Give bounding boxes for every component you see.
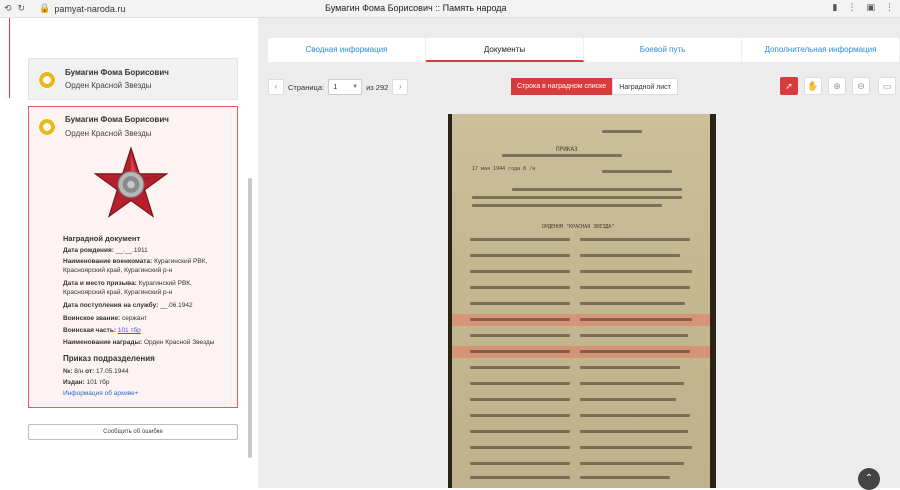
medal-icon bbox=[38, 71, 56, 89]
address-bar[interactable]: 🔒 pamyat-naroda.ru bbox=[39, 3, 125, 14]
archive-info-link[interactable]: Информация об архиве+ bbox=[63, 390, 139, 397]
history-icon[interactable]: ⟲ bbox=[4, 3, 12, 14]
next-page-button[interactable]: › bbox=[392, 79, 409, 95]
award-doc-heading: Наградной документ bbox=[63, 234, 141, 243]
doc-date-line: 17 мая 1944 года 8 /н bbox=[472, 166, 536, 172]
tab-additional-info[interactable]: Дополнительная информация bbox=[742, 38, 900, 62]
medal-icon bbox=[38, 118, 56, 136]
scroll-to-top-button[interactable]: ⌃ bbox=[858, 468, 880, 490]
field-draft: Дата и место призыва: Курагинский РВК, К… bbox=[63, 280, 192, 296]
report-error-button[interactable]: Сообщить об ошибке bbox=[28, 424, 238, 440]
field-commissariat: Наименование военкомата: Курагинский РВК… bbox=[63, 258, 208, 274]
award-card-collapsed[interactable]: Бумагин Фома Борисович Орден Красной Зве… bbox=[28, 58, 238, 100]
zoom-out-icon[interactable]: ⊖ bbox=[852, 77, 870, 95]
award-card-expanded: Бумагин Фома Борисович Орден Красной Зве… bbox=[28, 106, 238, 408]
prev-page-button[interactable]: ‹ bbox=[268, 79, 284, 95]
bookmark-icon[interactable]: ▮ bbox=[833, 2, 838, 13]
pointer-tool-icon[interactable]: ➚ bbox=[780, 77, 798, 95]
view-award-list-row[interactable]: Строка в наградном списке bbox=[511, 78, 613, 95]
doc-section-title: ОРДЕНОМ "КРАСНАЯ ЗВЕЗДА" bbox=[542, 224, 615, 230]
card-award: Орден Красной Звезды bbox=[65, 81, 152, 90]
card-name: Бумагин Фома Борисович bbox=[65, 68, 169, 77]
field-issued-by: Издан: 101 тбр bbox=[63, 379, 110, 386]
browser-actions: ▮ ⋮ ▣ ⋮ bbox=[833, 2, 894, 13]
reload-icon[interactable]: ↻ bbox=[18, 3, 26, 14]
field-service-start: Дата поступления на службу: __.06.1942 bbox=[63, 302, 193, 309]
tab-documents[interactable]: Документы bbox=[426, 38, 584, 62]
timeline-line bbox=[9, 18, 10, 98]
page-label: Страница: bbox=[288, 82, 325, 92]
left-scrollbar[interactable] bbox=[248, 178, 252, 458]
field-unit: Воинская часть: 101 тбр bbox=[63, 327, 141, 334]
field-order-number: №: 8/н от: 17.05.1944 bbox=[63, 368, 129, 375]
field-award-name: Наименование награды: Орден Красной Звез… bbox=[63, 339, 215, 346]
unit-link[interactable]: 101 тбр bbox=[118, 327, 141, 334]
red-star-medal-icon bbox=[93, 145, 169, 221]
right-panel: Сводная информация Документы Боевой путь… bbox=[258, 18, 900, 490]
page-total: из 292 bbox=[366, 82, 389, 92]
fullscreen-icon[interactable]: ▭ bbox=[878, 77, 896, 95]
browser-toolbar: ⟲ ↻ 🔒 pamyat-naroda.ru Бумагин Фома Бори… bbox=[0, 0, 900, 18]
url-text: pamyat-naroda.ru bbox=[54, 3, 126, 14]
card-name: Бумагин Фома Борисович bbox=[65, 115, 169, 124]
document-paper: ПРИКАЗ 17 мая 1944 года 8 /н ОРДЕНОМ "КР… bbox=[452, 114, 710, 488]
tabs: Сводная информация Документы Боевой путь… bbox=[268, 38, 900, 62]
lock-icon: 🔒 bbox=[39, 3, 51, 13]
view-award-sheet[interactable]: Наградной лист bbox=[612, 78, 678, 95]
field-birthdate: Дата рождения: __.__.1911 bbox=[63, 247, 148, 254]
document-scan[interactable]: ПРИКАЗ 17 мая 1944 года 8 /н ОРДЕНОМ "КР… bbox=[448, 114, 716, 488]
browser-nav: ⟲ ↻ bbox=[0, 3, 25, 14]
menu-icon[interactable]: ⋮ bbox=[847, 2, 856, 13]
card-award: Орден Красной Звезды bbox=[65, 129, 152, 138]
pager: ‹ Страница: 1 ▼ из 292 › bbox=[268, 78, 409, 96]
doc-order-title: ПРИКАЗ bbox=[556, 146, 578, 153]
tab-combat-path[interactable]: Боевой путь bbox=[584, 38, 742, 62]
tab-summary[interactable]: Сводная информация bbox=[268, 38, 426, 62]
view-toggle: Строка в наградном списке Наградной лист bbox=[511, 78, 678, 95]
field-rank: Воинское звание: сержант bbox=[63, 315, 148, 322]
extension-icon[interactable]: ▣ bbox=[866, 2, 875, 13]
left-panel: Бумагин Фома Борисович Орден Красной Зве… bbox=[0, 18, 258, 488]
page-title: Бумагин Фома Борисович :: Память народа bbox=[325, 3, 507, 13]
page-select[interactable]: 1 ▼ bbox=[328, 79, 363, 95]
zoom-in-icon[interactable]: ⊕ bbox=[828, 77, 846, 95]
chevron-down-icon: ▼ bbox=[352, 84, 359, 90]
order-heading: Приказ подразделения bbox=[63, 354, 155, 363]
hand-tool-icon[interactable]: ✋ bbox=[804, 77, 822, 95]
kebab-icon[interactable]: ⋮ bbox=[885, 2, 894, 13]
